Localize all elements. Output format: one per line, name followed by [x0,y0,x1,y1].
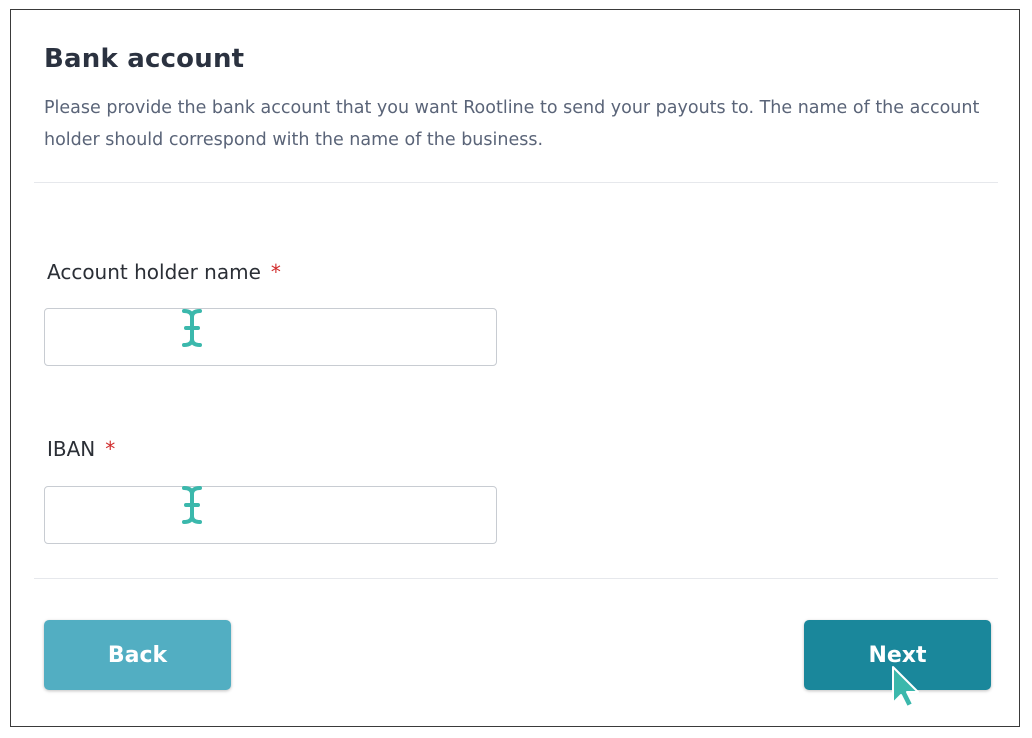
i-beam-cursor-icon [182,309,202,347]
form-description: Please provide the bank account that you… [44,98,980,150]
account-holder-name-label-text: Account holder name [47,260,261,284]
arrow-cursor-icon [892,666,919,708]
footer-divider [34,578,998,579]
i-beam-cursor-icon [182,486,202,524]
form-title: Bank account [44,44,245,74]
required-marker: * [105,437,116,461]
account-holder-name-label: Account holder name * [47,260,281,284]
required-marker: * [270,260,281,284]
bank-account-form: Bank account Please provide the bank acc… [10,9,1020,727]
iban-label: IBAN * [47,437,115,461]
back-button[interactable]: Back [44,620,231,690]
account-holder-name-input[interactable] [44,308,497,366]
iban-input[interactable] [44,486,497,544]
iban-label-text: IBAN [47,437,96,461]
header-divider [34,182,998,183]
